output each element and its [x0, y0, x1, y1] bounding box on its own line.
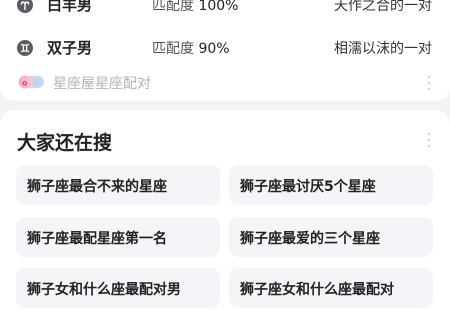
source-attribution[interactable]: o 星座屋星座配对 [17, 72, 437, 92]
match-description: 相濡以沫的一对 [334, 41, 432, 57]
match-row-aries[interactable]: 白羊男 匹配度 100% 天作之合的一对 [0, 0, 450, 23]
score-label: 匹配度 [152, 0, 194, 14]
related-search-chip[interactable]: 狮子座最爱的三个星座 [229, 217, 433, 257]
more-options-icon[interactable] [427, 76, 431, 90]
related-searches-title: 大家还在搜 [17, 132, 113, 154]
score-value: 100% [198, 0, 239, 14]
svg-text:o: o [22, 79, 28, 88]
related-search-chip[interactable]: 狮子座女和什么座最配对 [229, 268, 433, 308]
match-score: 匹配度 100% [152, 0, 238, 15]
related-search-chip[interactable]: 狮子座最配星座第一名 [16, 217, 220, 257]
sign-name: 白羊男 [47, 0, 93, 14]
sign-name: 双子男 [47, 39, 93, 57]
xingzuowu-logo: o [18, 75, 44, 89]
aries-icon [17, 0, 33, 13]
related-search-chip[interactable]: 狮子座最合不来的星座 [16, 165, 220, 205]
source-label: 星座屋星座配对 [53, 76, 151, 92]
score-value: 90% [198, 41, 230, 57]
more-options-icon[interactable] [427, 133, 431, 147]
related-search-chip[interactable]: 狮子女和什么座最配对男 [16, 268, 220, 308]
related-search-chip[interactable]: 狮子座最讨厌5个星座 [229, 165, 433, 205]
score-label: 匹配度 [152, 41, 194, 57]
gemini-icon [17, 40, 33, 56]
match-score: 匹配度 90% [152, 38, 230, 58]
match-description: 天作之合的一对 [334, 0, 432, 14]
match-row-gemini[interactable]: 双子男 匹配度 90% 相濡以沫的一对 [0, 30, 450, 66]
